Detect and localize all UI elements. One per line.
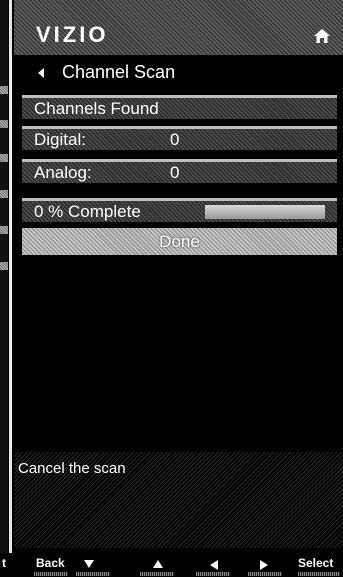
strip-marker — [0, 86, 8, 94]
up-arrow-icon[interactable] — [153, 560, 163, 568]
help-panel: Cancel the scan — [14, 452, 343, 548]
panel-header: VIZIO — [14, 0, 343, 55]
select-button-underline — [298, 572, 340, 576]
down-arrow-icon[interactable] — [84, 560, 94, 568]
strip-marker — [0, 262, 8, 270]
right-button-underline — [248, 572, 282, 576]
back-arrow-icon[interactable] — [38, 68, 44, 78]
progress-text: 0 % Complete — [34, 202, 141, 221]
vizio-logo: VIZIO — [36, 22, 109, 47]
strip-marker — [0, 154, 8, 162]
right-arrow-icon[interactable] — [260, 560, 268, 570]
done-button[interactable]: Done — [22, 228, 337, 255]
panel-divider — [9, 0, 12, 577]
down-button-underline — [76, 572, 110, 576]
analog-label: Analog: — [34, 163, 92, 182]
select-button[interactable]: Select — [298, 556, 333, 570]
help-text: Cancel the scan — [18, 460, 126, 477]
digital-label: Digital: — [34, 130, 86, 149]
previous-screen-strip — [0, 0, 8, 577]
left-arrow-icon[interactable] — [210, 560, 218, 570]
menu-title[interactable]: Channel Scan — [22, 60, 337, 86]
menu-title-label: Channel Scan — [62, 62, 176, 82]
channels-found-row: Channels Found — [22, 95, 337, 119]
strip-marker — [0, 226, 8, 234]
progress-row: 0 % Complete — [22, 198, 337, 222]
channels-found-label: Channels Found — [34, 99, 159, 118]
strip-marker — [0, 120, 8, 128]
progress-bar — [205, 205, 325, 219]
back-button-underline — [34, 572, 68, 576]
digital-row: Digital: 0 — [22, 126, 337, 150]
remote-button-bar: t Back Select — [0, 553, 343, 577]
strip-marker — [0, 190, 8, 198]
left-button-underline — [196, 572, 230, 576]
home-icon[interactable] — [313, 28, 331, 44]
partial-label: t — [2, 556, 6, 570]
analog-row: Analog: 0 — [22, 159, 337, 183]
up-button-underline — [140, 572, 174, 576]
analog-count: 0 — [170, 163, 180, 182]
digital-count: 0 — [170, 130, 180, 149]
back-button[interactable]: Back — [36, 556, 65, 570]
channel-scan-panel: VIZIO Channel Scan Channels Found Digita… — [14, 0, 343, 548]
